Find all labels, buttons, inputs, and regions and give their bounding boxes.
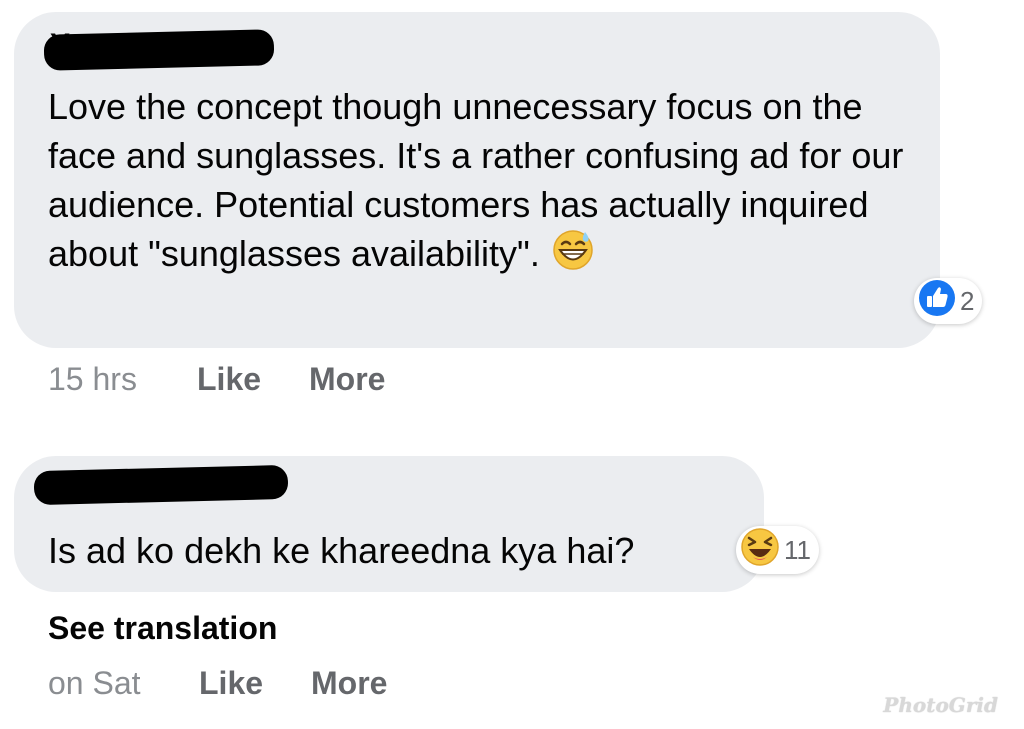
comment-timestamp[interactable]: on Sat <box>48 665 141 702</box>
comment-text: Love the concept though unnecessary focu… <box>48 82 908 283</box>
comment-text: Is ad ko dekh ke khareedna kya hai? <box>48 530 635 571</box>
like-button[interactable]: Like <box>199 665 263 702</box>
more-button[interactable]: More <box>311 665 387 702</box>
reaction-count: 2 <box>960 285 975 316</box>
more-button[interactable]: More <box>309 361 385 398</box>
comment-body: Love the concept though unnecessary focu… <box>48 86 904 274</box>
laughing-emoji-icon <box>740 527 780 574</box>
like-button[interactable]: Like <box>197 361 261 398</box>
comment-timestamp[interactable]: 15 hrs <box>48 361 137 398</box>
reaction-count-pill[interactable]: 11 <box>736 526 819 574</box>
reaction-count: 11 <box>784 534 811 565</box>
grinning-sweat-emoji-icon <box>552 229 594 283</box>
reaction-count-pill[interactable]: 2 <box>914 278 983 324</box>
redaction-bar <box>43 29 275 71</box>
see-translation-link[interactable]: See translation <box>48 610 277 647</box>
like-icon <box>918 279 956 324</box>
redaction-bar <box>33 464 289 506</box>
watermark: PhotoGrid <box>883 693 998 717</box>
